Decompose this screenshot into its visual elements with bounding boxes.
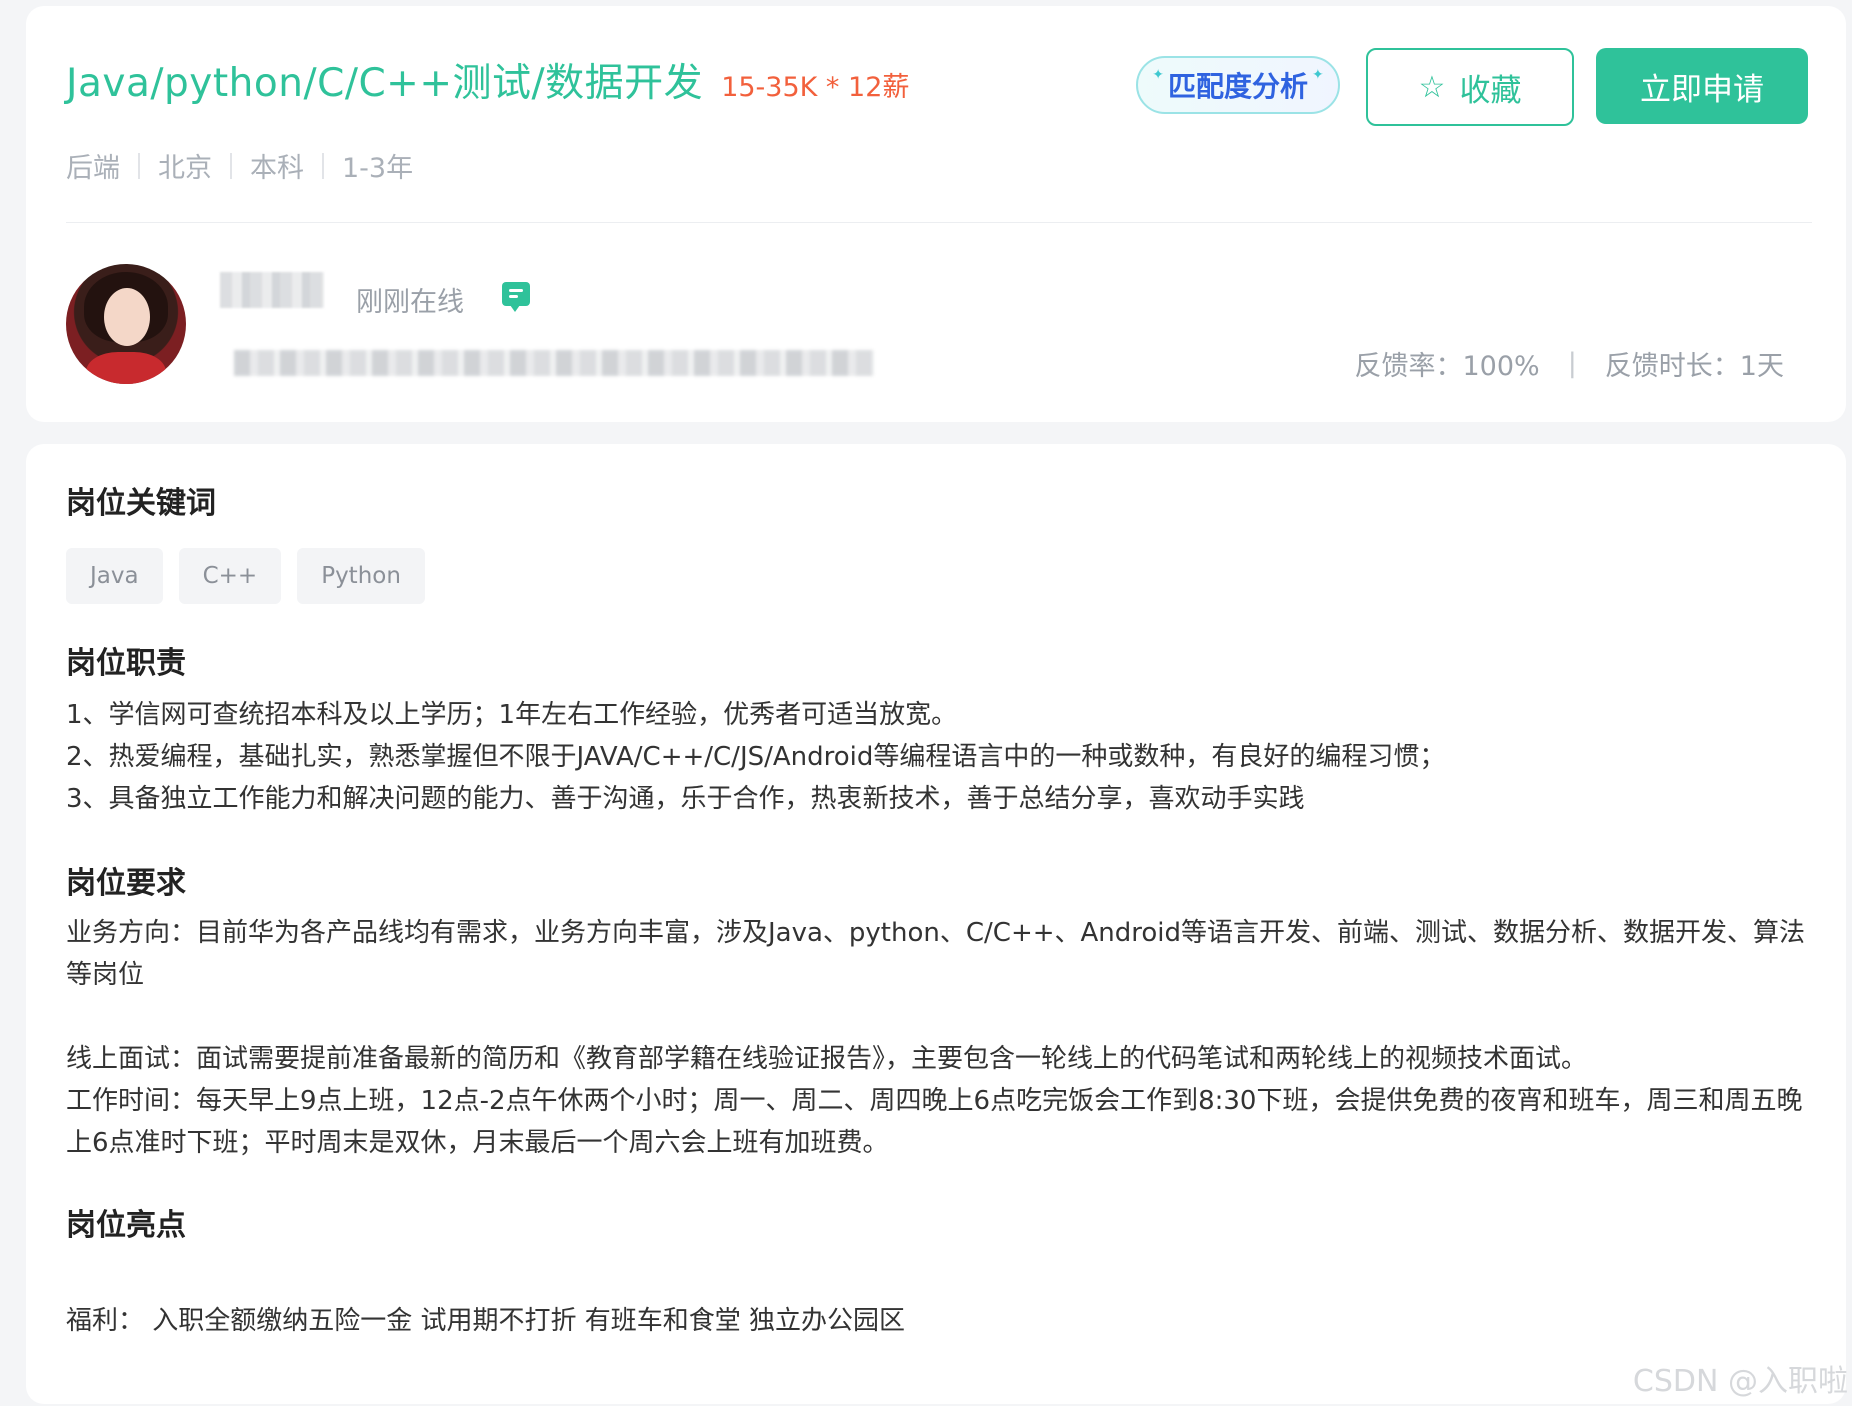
keyword-tag[interactable]: Java bbox=[66, 548, 163, 604]
job-experience: 1-3年 bbox=[342, 153, 414, 184]
interview-info: 线上面试：面试需要提前准备最新的简历和《教育部学籍在线验证报告》，主要包含一轮线… bbox=[66, 1044, 1588, 1074]
keyword-tags: Java C++ Python bbox=[66, 548, 441, 604]
match-analysis-label: 匹配度分析 bbox=[1167, 70, 1308, 103]
job-city: 北京 bbox=[158, 153, 212, 184]
duty-line: 3、具备独立工作能力和解决问题的能力、善于沟通，乐于合作，热衷新技术，善于总结分… bbox=[66, 784, 1305, 814]
online-status: 刚刚在线 bbox=[356, 287, 464, 318]
meta-divider bbox=[322, 152, 324, 179]
requirements-title: 岗位要求 bbox=[66, 866, 186, 901]
apply-label: 立即申请 bbox=[1640, 71, 1764, 108]
keyword-tag[interactable]: C++ bbox=[178, 548, 282, 604]
duties-text: 1、学信网可查统招本科及以上学历；1年左右工作经验，优秀者可适当放宽。 2、热爱… bbox=[66, 694, 1816, 820]
job-category: 后端 bbox=[66, 153, 120, 184]
worktime-info: 工作时间：每天早上9点上班，12点-2点午休两个小时；周一、周二、周四晚上6点吃… bbox=[66, 1086, 1803, 1158]
feedback-time: 反馈时长：1天 bbox=[1604, 351, 1784, 382]
watermark: CSDN @入职啦 bbox=[1632, 1364, 1848, 1399]
job-detail-card: 岗位关键词 Java C++ Python 岗位职责 1、学信网可查统招本科及以… bbox=[26, 444, 1846, 1404]
job-degree: 本科 bbox=[250, 153, 304, 184]
recruiter-name-redacted bbox=[220, 272, 324, 308]
apply-button[interactable]: 立即申请 bbox=[1596, 48, 1808, 124]
match-analysis-button[interactable]: ✦ 匹配度分析 ✦ bbox=[1136, 56, 1340, 114]
salary: 15-35K * 12薪 bbox=[721, 72, 910, 103]
meta-divider bbox=[138, 152, 140, 179]
sparkle-icon: ✦ bbox=[1152, 67, 1164, 83]
duty-line: 1、学信网可查统招本科及以上学历；1年左右工作经验，优秀者可适当放宽。 bbox=[66, 700, 958, 730]
feedback-stats: 反馈率：100% | 反馈时长：1天 bbox=[1355, 344, 1785, 383]
star-icon: ☆ bbox=[1418, 69, 1446, 105]
job-title-row: Java/python/C/C++测试/数据开发 15-35K * 12薪 bbox=[66, 52, 909, 108]
job-header-card: Java/python/C/C++测试/数据开发 15-35K * 12薪 后端… bbox=[26, 6, 1846, 422]
feedback-divider: | bbox=[1567, 348, 1577, 379]
job-title: Java/python/C/C++测试/数据开发 bbox=[66, 61, 704, 106]
keyword-tag[interactable]: Python bbox=[297, 548, 425, 604]
requirements-text: 线上面试：面试需要提前准备最新的简历和《教育部学籍在线验证报告》，主要包含一轮线… bbox=[66, 1038, 1816, 1164]
recruiter-avatar[interactable] bbox=[66, 264, 186, 384]
chat-icon[interactable] bbox=[502, 282, 530, 312]
favorite-label: 收藏 bbox=[1459, 72, 1522, 109]
requirements-business: 业务方向：目前华为各产品线均有需求，业务方向丰富，涉及Java、python、C… bbox=[66, 918, 1806, 990]
job-meta: 后端 北京 本科 1-3年 bbox=[66, 146, 413, 185]
keywords-title: 岗位关键词 bbox=[66, 486, 216, 521]
benefits-text: 福利： 入职全额缴纳五险一金 试用期不打折 有班车和食堂 独立办公园区 bbox=[66, 1306, 906, 1336]
favorite-button[interactable]: ☆ 收藏 bbox=[1366, 48, 1574, 126]
highlights-title: 岗位亮点 bbox=[66, 1208, 186, 1243]
duty-line: 2、热爱编程，基础扎实，熟悉掌握但不限于JAVA/C++/C/JS/Androi… bbox=[66, 742, 1446, 772]
sparkle-icon: ✦ bbox=[1312, 67, 1324, 83]
feedback-rate: 反馈率：100% bbox=[1354, 351, 1540, 382]
company-info-redacted bbox=[234, 350, 874, 376]
header-divider bbox=[66, 222, 1812, 223]
duties-title: 岗位职责 bbox=[66, 646, 186, 681]
meta-divider bbox=[230, 152, 232, 179]
